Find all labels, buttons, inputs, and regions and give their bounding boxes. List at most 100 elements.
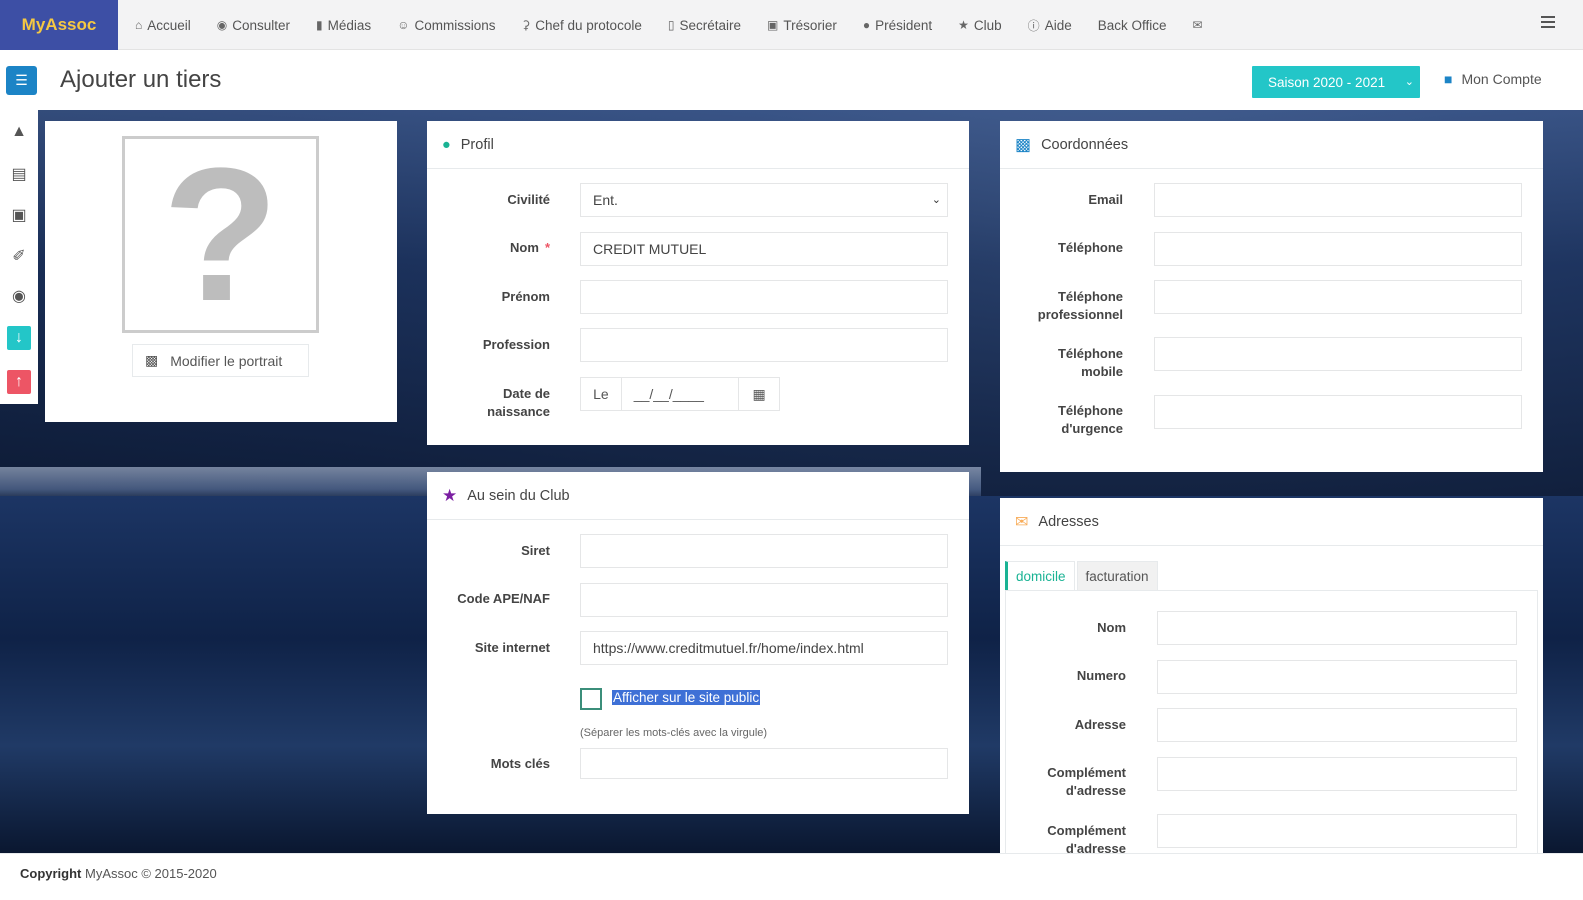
nav-consulter[interactable]: ◉ Consulter	[204, 0, 303, 50]
birthdate-input[interactable]: __/__/____	[622, 378, 740, 410]
bars-icon: ☰	[15, 72, 28, 88]
telurg-line2: d'urgence	[1061, 421, 1123, 436]
user-icon: ■	[1444, 71, 1453, 87]
addr-adresse-input[interactable]	[1157, 708, 1517, 742]
page-title: Ajouter un tiers	[60, 66, 222, 93]
nav-commissions[interactable]: ☺ Commissions	[384, 0, 508, 50]
brand-logo[interactable]: MyAssoc	[0, 0, 118, 50]
trophy-icon: ⚳	[521, 18, 531, 32]
comp1-line1: Complément	[1047, 765, 1126, 780]
club-title: Au sein du Club	[467, 487, 570, 504]
nav-label: Aide	[1044, 17, 1072, 33]
upload-icon[interactable]: ↑	[7, 370, 31, 394]
portrait-panel: ? ▩ Modifier le portrait	[45, 121, 397, 422]
book-icon: ▯	[667, 18, 675, 32]
globe-icon: ●	[862, 18, 871, 32]
telpro-line1: Téléphone	[1057, 289, 1123, 304]
telmob-line2: mobile	[1081, 364, 1123, 379]
address-card-icon: ▩	[1015, 134, 1032, 154]
map-marker-icon[interactable]: ◉	[7, 284, 31, 308]
document-icon[interactable]: ▤	[7, 162, 31, 186]
civilite-select[interactable]: Ent. ⌄	[580, 183, 948, 217]
addr-numero-input[interactable]	[1157, 660, 1517, 694]
telephone-label: Téléphone	[1057, 240, 1123, 255]
addr-nom-input[interactable]	[1157, 611, 1517, 645]
prenom-input[interactable]	[580, 280, 948, 314]
telurg-line1: Téléphone	[1057, 403, 1123, 418]
mots-cles-input[interactable]	[580, 748, 948, 779]
comp2-line1: Complément	[1047, 823, 1126, 838]
telephone-mobile-input[interactable]	[1154, 337, 1522, 371]
nav-secretaire[interactable]: ▯ Secrétaire	[655, 0, 754, 50]
siret-input[interactable]	[580, 534, 948, 568]
telephone-pro-input[interactable]	[1154, 280, 1522, 314]
telephone-input[interactable]	[1154, 232, 1522, 266]
top-navbar: MyAssoc ⌂ Accueil ◉ Consulter ▮ Médias ☺ Com…	[0, 0, 1583, 50]
telephone-mobile-label: Téléphone mobile	[1000, 345, 1123, 381]
chart-area-icon[interactable]: ▲	[7, 120, 31, 144]
site-value: https://www.creditmutuel.fr/home/index.h…	[593, 640, 864, 656]
nav-club[interactable]: ★ Club	[945, 0, 1015, 50]
side-toolbar: ▲ ▤ ▣ ✐ ◉ ↓ ↑	[0, 110, 38, 404]
naissance-label: Date de naissance	[427, 385, 550, 421]
money-icon[interactable]: ▣	[7, 203, 31, 227]
calendar-icon[interactable]: ▦	[739, 378, 779, 410]
address-tabs: domicile facturation	[1005, 561, 1160, 591]
sidebar-toggle-button[interactable]: ☰	[6, 66, 37, 95]
main-menu: ⌂ Accueil ◉ Consulter ▮ Médias ☺ Commissions…	[122, 0, 1216, 50]
nav-label: Trésorier	[783, 17, 837, 33]
image-icon: ▩	[145, 352, 159, 368]
account-menu[interactable]: ■ Mon Compte	[1444, 71, 1542, 87]
modify-portrait-button[interactable]: ▩ Modifier le portrait	[132, 344, 309, 377]
nav-aide[interactable]: ⓘ Aide	[1015, 0, 1085, 50]
birthdate-group: Le __/__/____ ▦	[580, 377, 780, 411]
file-icon: ▮	[316, 18, 323, 32]
user-circle-icon: ☺	[397, 18, 410, 32]
date-prefix: Le	[581, 378, 622, 410]
site-input[interactable]: https://www.creditmutuel.fr/home/index.h…	[580, 631, 948, 665]
email-input[interactable]	[1154, 183, 1522, 217]
email-label: Email	[1088, 192, 1123, 207]
addr-complement2-input[interactable]	[1157, 814, 1517, 848]
nav-accueil[interactable]: ⌂ Accueil	[122, 0, 204, 50]
tab-domicile[interactable]: domicile	[1005, 561, 1075, 591]
profession-input[interactable]	[580, 328, 948, 362]
required-marker: *	[544, 240, 550, 255]
nav-medias[interactable]: ▮ Médias	[303, 0, 384, 50]
prenom-label: Prénom	[501, 289, 550, 304]
civilite-value: Ent.	[593, 192, 618, 208]
nav-president[interactable]: ● Président	[850, 0, 945, 50]
comp2-line2: d'adresse	[1065, 841, 1126, 853]
site-label: Site internet	[474, 640, 550, 655]
club-header: ★ Au sein du Club	[427, 472, 969, 520]
download-icon[interactable]: ↓	[7, 326, 31, 350]
nav-label: Consulter	[232, 17, 291, 33]
info-icon: ⓘ	[1027, 18, 1040, 33]
nav-label: Chef du protocole	[535, 17, 642, 33]
afficher-label[interactable]: Afficher sur le site public	[612, 690, 761, 705]
addr-nom-label: Nom	[1097, 620, 1126, 635]
nav-label: Back Office	[1097, 17, 1167, 33]
wrench-icon[interactable]: ✐	[7, 244, 31, 268]
ape-input[interactable]	[580, 583, 948, 617]
siret-label: Siret	[521, 543, 550, 558]
season-selector[interactable]: Saison 2020 - 2021 ⌄	[1252, 66, 1420, 98]
addr-complement1-input[interactable]	[1157, 757, 1517, 791]
nom-input[interactable]: CREDIT MUTUEL	[580, 232, 948, 266]
envelope-icon: ✉	[1192, 18, 1203, 32]
tab-facturation[interactable]: facturation	[1076, 561, 1158, 591]
nom-label: Nom *	[427, 239, 550, 257]
nav-tresorier[interactable]: ▣ Trésorier	[754, 0, 850, 50]
portrait-question-mark: ?	[162, 128, 279, 341]
nav-chef-protocole[interactable]: ⚳ Chef du protocole	[508, 0, 654, 50]
civilite-label: Civilité	[507, 192, 550, 207]
menu-toggle-icon[interactable]	[1541, 16, 1555, 30]
telpro-line2: professionnel	[1037, 307, 1123, 322]
nav-messages[interactable]: ✉	[1180, 0, 1216, 50]
address-tab-content: Nom Numero Adresse Complément d'adresse C…	[1005, 590, 1538, 853]
telephone-urgence-input[interactable]	[1154, 395, 1522, 429]
nav-back-office[interactable]: Back Office	[1085, 0, 1180, 50]
season-label: Saison 2020 - 2021	[1268, 74, 1386, 90]
modify-portrait-label: Modifier le portrait	[170, 352, 283, 369]
afficher-checkbox[interactable]	[580, 688, 602, 710]
